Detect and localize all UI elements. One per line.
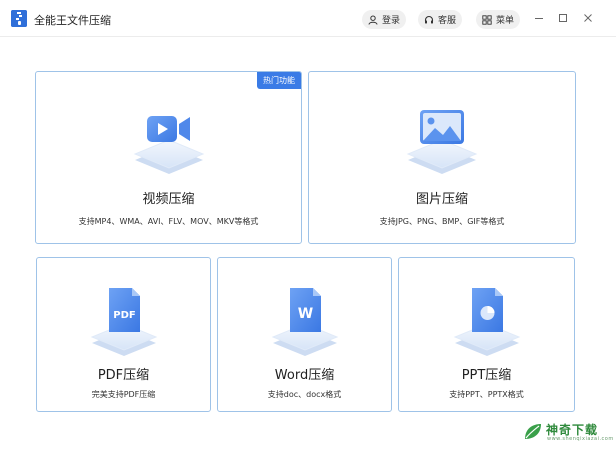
- word-icon-text: W: [297, 306, 312, 322]
- card-description: 完美支持PDF压缩: [91, 390, 156, 399]
- word-file-icon: W: [271, 288, 338, 356]
- leaf-logo-icon: [525, 424, 541, 439]
- card-description: 支持MP4、WMA、AVI、FLV、MOV、MKV等格式: [78, 217, 259, 226]
- title-bar: 全能王文件压缩 登录 客服 菜单: [0, 0, 616, 37]
- card-description: 支持doc、docx格式: [267, 390, 342, 399]
- card-title: PDF压缩: [97, 368, 150, 383]
- headset-icon: [424, 15, 434, 23]
- hot-feature-badge: 热门功能: [257, 72, 301, 89]
- ppt-compress-card[interactable]: PPT压缩 支持PPT、PPTX格式: [398, 257, 575, 412]
- card-title: 视频压缩: [142, 192, 195, 207]
- card-title: Word压缩: [274, 368, 335, 383]
- maximize-icon[interactable]: [557, 12, 569, 24]
- card-description: 支持JPG、PNG、BMP、GIF等格式: [379, 217, 505, 226]
- login-button[interactable]: 登录: [362, 10, 406, 29]
- watermark-url: www.shenqixiazai.com: [547, 436, 614, 442]
- card-description: 支持PPT、PPTX格式: [449, 390, 524, 399]
- service-label: 客服: [438, 16, 457, 26]
- menu-label: 菜单: [496, 16, 515, 26]
- pdf-compress-card[interactable]: PDF PDF压缩 完美支持PDF压缩: [36, 257, 211, 412]
- image-icon: [406, 110, 478, 174]
- site-watermark: 神奇下载 www.shenqixiazai.com: [520, 418, 614, 446]
- user-icon: [368, 15, 378, 25]
- ppt-file-icon: [453, 288, 520, 356]
- zipper-file-icon: [11, 10, 27, 27]
- minimize-icon[interactable]: [533, 12, 545, 24]
- image-compress-card[interactable]: 图片压缩 支持JPG、PNG、BMP、GIF等格式: [308, 71, 576, 244]
- login-label: 登录: [382, 16, 401, 26]
- video-camera-icon: [133, 116, 204, 174]
- pdf-icon-text: PDF: [113, 310, 135, 321]
- card-title: 图片压缩: [415, 192, 468, 207]
- card-title: PPT压缩: [461, 368, 512, 383]
- word-compress-card[interactable]: W Word压缩 支持doc、docx格式: [217, 257, 392, 412]
- close-icon[interactable]: [582, 12, 594, 24]
- pdf-file-icon: PDF: [90, 288, 157, 356]
- grid-icon: [482, 14, 492, 25]
- menu-button[interactable]: 菜单: [476, 10, 520, 29]
- app-title: 全能王文件压缩: [34, 14, 111, 27]
- video-compress-card[interactable]: 热门功能 视频压缩 支持MP4、WMA、AVI、FLV、MOV、MKV等格式: [35, 71, 302, 244]
- customer-service-button[interactable]: 客服: [418, 10, 462, 29]
